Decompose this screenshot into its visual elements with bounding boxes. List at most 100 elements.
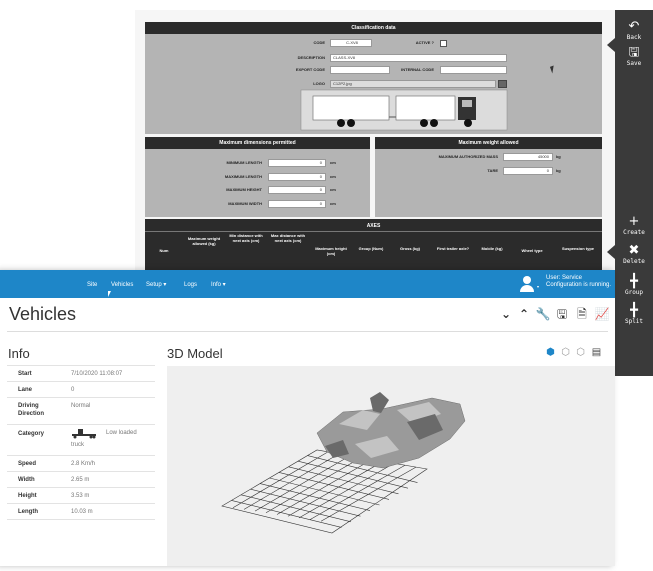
top-navbar: Site Vehicles Setup ▾ Logs Info ▾ ▾ User… [0,270,615,298]
axes-divider [145,231,602,232]
cube-outline-icon[interactable]: ⬡ [575,347,586,358]
classification-header: Classification data [145,22,602,34]
chart-icon[interactable]: 📈 [594,306,610,322]
export-code-input[interactable] [330,66,390,74]
axes-col-max-height: Maximum height (cm) [315,246,347,256]
max-length-label: MAXIMUM LENGTH [224,174,262,179]
max-width-label: MAXIMUM WIDTH [228,201,262,206]
wrench-icon[interactable]: 🔧 [535,306,551,322]
plus-icon: + [628,214,640,229]
create-button[interactable]: + Create [615,215,653,237]
back-button[interactable]: ↶ Back [615,20,653,42]
info-row-length: Length 10.03 m [7,503,155,520]
split-button[interactable]: ╋ Split [615,304,653,326]
description-label: DESCRIPTION [297,55,325,60]
user-name: User: Service [546,275,583,281]
dimensions-header: Maximum dimensions permitted [145,137,370,149]
max-height-label: MAXIMUM HEIGHT [226,187,262,192]
truck-category-icon [72,429,96,439]
info-row-height: Height 3.53 m [7,487,155,503]
toolbar-pointer-icon [607,38,615,52]
nav-info[interactable]: Info ▾ [211,281,226,289]
nav-vehicles[interactable]: Vehicles [111,281,133,289]
max-mass-input[interactable]: 45000 [503,153,553,161]
min-length-input[interactable]: 0 [268,159,326,167]
logo-input[interactable]: C12P2.jpg [330,80,496,88]
axes-col-gross: Gross (kg) [399,246,420,251]
split-icon: ╋ [630,303,638,318]
axes-col-wheel-type: Wheel type [521,248,543,253]
tare-unit: kg [556,168,561,173]
info-title: Info [8,346,30,361]
axes-header: AXES [366,223,381,229]
axes-col-mobile: Mobile (kg) [481,246,503,251]
model-viewport[interactable] [167,366,615,566]
max-length-input[interactable]: 0 [268,173,326,181]
active-checkbox[interactable] [440,40,447,47]
group-icon: ╋ [630,274,638,289]
save-image-icon[interactable]: 🖫 [554,306,570,322]
right-toolbar: ↶ Back 🖫 Save + Create ✖ Delete ╋ Group ╋ Spli… [607,10,653,376]
layers-icon[interactable]: ▤ [591,347,602,358]
cube-wire-icon[interactable]: ⬡ [560,347,571,358]
internal-code-input[interactable] [440,66,507,74]
max-width-input[interactable]: 0 [268,200,326,208]
min-length-unit: cm [330,160,336,165]
cube-solid-icon[interactable]: ⬢ [545,347,556,358]
description-input[interactable]: CLASS-XV8 [330,54,507,62]
axes-col-max-weight: Maximum weight allowed (kg) [187,236,221,246]
chevron-down-icon[interactable]: ⌄ [498,306,514,322]
back-icon: ↶ [628,19,640,34]
info-row-category: Category Low loaded truck [7,424,155,455]
info-row-width: Width 2.65 m [7,471,155,487]
code-label: CODE [313,40,325,45]
axes-col-max-dist: Max distance with next axis (cm) [270,233,306,243]
info-row-speed: Speed 2.8 Km/h [7,455,155,471]
save-icon: 🖫 [628,45,640,60]
truck-logo-image [300,89,508,131]
weight-panel [375,137,602,217]
logo-browse-button[interactable] [498,80,507,88]
tare-label: TARE [487,168,498,173]
config-status: Configuration is running. [546,282,612,288]
vehicles-window: Site Vehicles Setup ▾ Logs Info ▾ ▾ User… [0,270,615,566]
nav-setup[interactable]: Setup ▾ [146,281,166,289]
max-height-unit: cm [330,187,336,192]
document-icon[interactable]: 🗎 [574,306,590,322]
axes-col-min-dist: Min distance with next axis (cm) [229,233,263,243]
internal-code-label: INTERNAL CODE [401,67,434,72]
min-length-label: MINIMUM LENGTH [226,160,262,165]
delete-icon: ✖ [628,243,640,258]
group-button[interactable]: ╋ Group [615,275,653,297]
title-divider [7,331,608,332]
save-button[interactable]: 🖫 Save [615,46,653,68]
nav-site[interactable]: Site [87,281,97,289]
info-row-start: Start 7/10/2020 11:08:07 [7,365,155,381]
axes-col-suspension: Suspension type [561,246,594,251]
axes-col-group: Group (Num) [358,246,384,251]
code-input[interactable]: C-XV8 [330,39,372,47]
max-length-unit: cm [330,174,336,179]
max-width-unit: cm [330,201,336,206]
chevron-up-icon[interactable]: ⌃ [516,306,532,322]
axes-col-first-trailer: First trailer axle? [436,246,470,251]
user-icon[interactable] [520,276,534,292]
weight-header: Maximum weight allowed [375,137,602,149]
nav-logs[interactable]: Logs [184,281,197,289]
max-height-input[interactable]: 0 [268,186,326,194]
delete-button[interactable]: ✖ Delete [615,244,653,266]
axes-col-num: Num [159,248,169,253]
max-mass-label: MAXIMUM AUTHORIZED MASS [438,154,498,159]
tare-input[interactable]: 0 [503,167,553,175]
model-title: 3D Model [167,346,223,361]
active-label: ACTIVE ? [415,40,434,45]
max-mass-unit: kg [556,154,561,159]
export-code-label: EXPORT CODE [295,67,325,72]
logo-label: LOGO [313,81,325,86]
vehicle-3d-render[interactable] [167,366,615,566]
toolbar-pointer-icon-2 [607,245,615,259]
page-title: Vehicles [9,304,77,324]
mouse-cursor-icon-2 [108,291,111,297]
info-row-lane: Lane 0 [7,381,155,397]
user-dropdown-caret[interactable]: ▾ [537,284,539,289]
